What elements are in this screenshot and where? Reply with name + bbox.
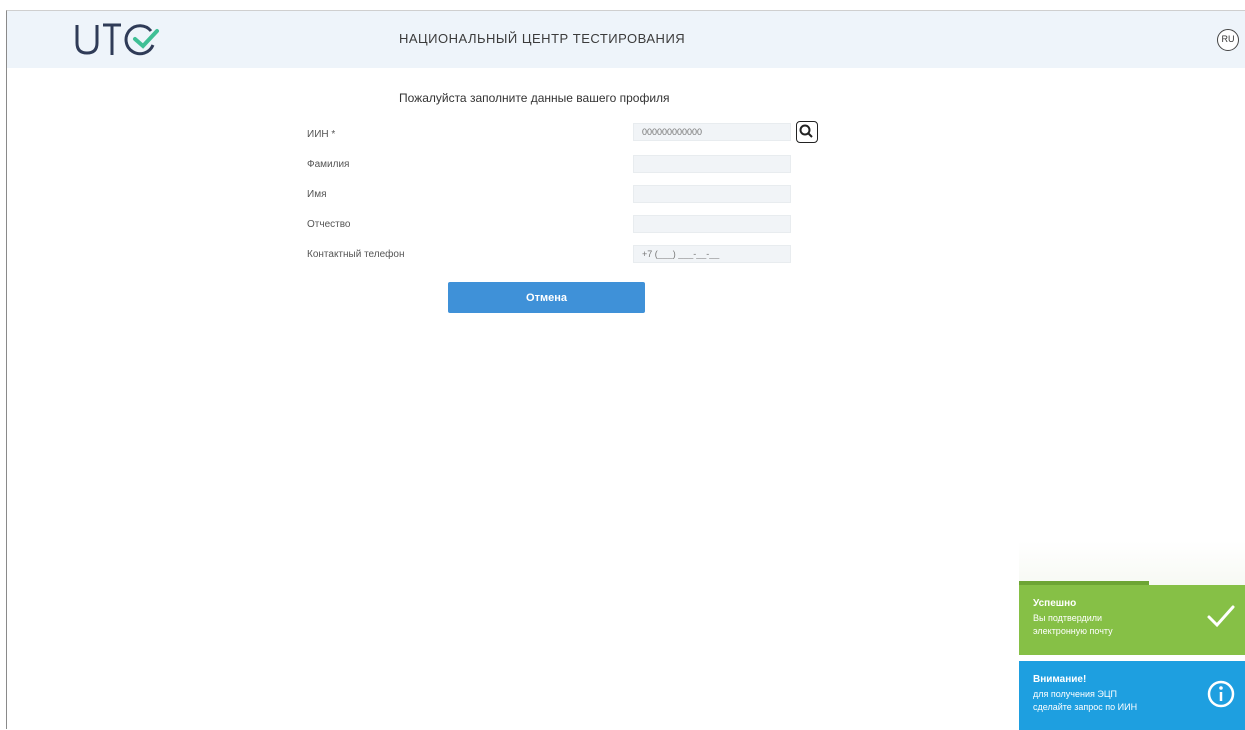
- toast-shadow: [1019, 541, 1245, 585]
- info-icon: [1207, 680, 1235, 708]
- patronymic-input[interactable]: [633, 215, 791, 233]
- field-label-surname: Фамилия: [307, 159, 350, 170]
- field-label-name: Имя: [307, 189, 327, 200]
- phone-input[interactable]: [633, 245, 791, 263]
- top-header: НАЦИОНАЛЬНЫЙ ЦЕНТР ТЕСТИРОВАНИЯ RU: [7, 11, 1245, 68]
- cancel-button[interactable]: Отмена: [448, 282, 645, 313]
- success-toast[interactable]: Успешно Вы подтвердили электронную почту: [1019, 581, 1245, 655]
- field-label-patronymic: Отчество: [307, 219, 351, 230]
- field-label-iin: ИИН *: [307, 129, 336, 140]
- iin-input[interactable]: [633, 123, 791, 141]
- form-title: Пожалуйста заполните данные вашего профи…: [399, 91, 670, 105]
- search-button[interactable]: [796, 121, 818, 143]
- app-window: НАЦИОНАЛЬНЫЙ ЦЕНТР ТЕСТИРОВАНИЯ RU Пожал…: [6, 10, 1245, 730]
- field-label-phone: Контактный телефон: [307, 249, 405, 260]
- info-toast[interactable]: Внимание! для получения ЭЦП сделайте зап…: [1019, 661, 1245, 730]
- utc-logo[interactable]: [73, 19, 183, 59]
- search-icon: [799, 124, 813, 138]
- header-title: НАЦИОНАЛЬНЫЙ ЦЕНТР ТЕСТИРОВАНИЯ: [399, 31, 686, 46]
- name-input[interactable]: [633, 185, 791, 203]
- surname-input[interactable]: [633, 155, 791, 173]
- checkmark-icon: [1207, 605, 1235, 628]
- language-button[interactable]: RU: [1217, 29, 1239, 51]
